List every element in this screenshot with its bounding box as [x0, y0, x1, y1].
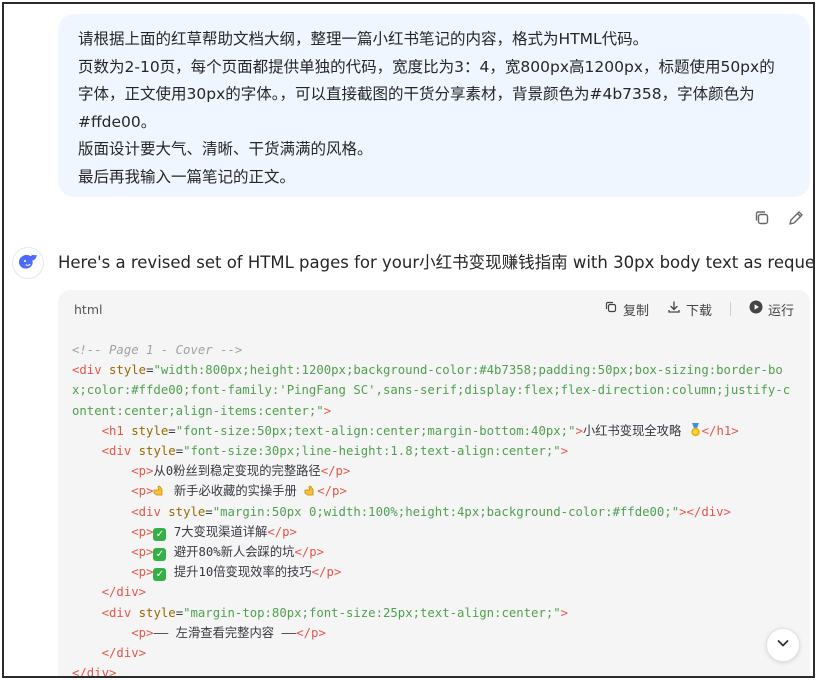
check-mark-emoji-icon: ✓ [153, 568, 167, 582]
assistant-avatar [12, 247, 44, 279]
code-toolbar: 复制 下载 运行 [604, 300, 794, 319]
code-line: </div> [101, 646, 147, 661]
whale-logo-icon [17, 252, 39, 274]
code-line: <p>从0粉丝到稳定变现的完整路径</p> [131, 464, 351, 479]
code-block: html 复制 下载 运行 <!-- Page 1 - Cover --> <d… [58, 290, 810, 678]
code-line: <p> ✓ 7大变现渠道详解</p> [131, 524, 297, 541]
assistant-reply-text: Here's a revised set of HTML pages for y… [58, 253, 815, 272]
user-message-line: 最后再我输入一篇笔记的正文。 [78, 167, 296, 186]
edit-pencil-icon[interactable] [786, 208, 806, 228]
code-line: </div> [72, 666, 117, 678]
download-icon [667, 300, 681, 318]
code-line: <div style="margin:50px 0;width:100%;hei… [131, 504, 731, 519]
code-line: <p>—— 左滑查看完整内容 ——</p> [131, 625, 326, 640]
pointing-hand-emoji-icon [153, 483, 166, 496]
user-message-line: 版面设计要大气、清晰、干货满满的风格。 [78, 140, 373, 158]
copy-icon [604, 300, 618, 318]
code-line: <p> ✓ 避开80%新人会踩的坑</p> [131, 545, 325, 562]
code-line: <!-- Page 1 - Cover --> [72, 343, 243, 357]
code-line: <p> 新手必收藏的实操手册 </p> [131, 483, 347, 499]
chat-window: 请根据上面的红草帮助文档大纲，整理一篇小红书笔记的内容，格式为HTML代码。 页… [2, 2, 815, 678]
code-line: <div style="margin-top:80px;font-size:25… [101, 605, 569, 620]
check-mark-emoji-icon: ✓ [153, 527, 167, 541]
code-line: </div> [101, 585, 147, 600]
code-line: <h1 style="font-size:50px;text-align:cen… [101, 422, 739, 438]
code-line: <div style="width:800px;height:1200px;ba… [72, 363, 791, 418]
chevron-down-icon [775, 635, 791, 655]
copy-code-button[interactable]: 复制 [604, 300, 649, 319]
download-code-label: 下载 [685, 303, 712, 319]
copy-icon[interactable] [752, 208, 772, 228]
code-line: <div style="font-size:30px;line-height:1… [101, 444, 569, 459]
pointing-hand-emoji-icon [304, 483, 317, 496]
check-mark-emoji-icon: ✓ [153, 548, 167, 562]
toolbar-divider [729, 302, 731, 316]
user-message-line: 字体，正文使用30px的字体。，可以直接截图的干货分享素材，背景颜色为#4b73… [78, 85, 755, 103]
message-actions [752, 208, 806, 228]
download-code-button[interactable]: 下载 [667, 300, 712, 319]
user-message-line: 页数为2-10页，每个页面都提供单独的代码，宽度比为3：4，宽800px高120… [78, 57, 775, 76]
run-code-label: 运行 [767, 303, 794, 319]
code-line: <p> ✓ 提升10倍变现效率的技巧</p> [131, 565, 342, 582]
code-block-header: html 复制 下载 运行 [58, 290, 810, 328]
copy-code-label: 复制 [622, 303, 649, 319]
run-code-button[interactable]: 运行 [749, 300, 794, 319]
user-message-bubble: 请根据上面的红草帮助文档大纲，整理一篇小红书笔记的内容，格式为HTML代码。 页… [58, 14, 810, 197]
user-message-line: #ffde00。 [78, 112, 157, 131]
code-content: <!-- Page 1 - Cover --> <div style="widt… [58, 328, 810, 678]
medal-emoji-icon [689, 422, 702, 437]
play-icon [749, 300, 763, 318]
code-language-label: html [74, 301, 103, 317]
scroll-to-bottom-button[interactable] [766, 628, 800, 662]
user-message-line: 请根据上面的红草帮助文档大纲，整理一篇小红书笔记的内容，格式为HTML代码。 [78, 30, 649, 48]
